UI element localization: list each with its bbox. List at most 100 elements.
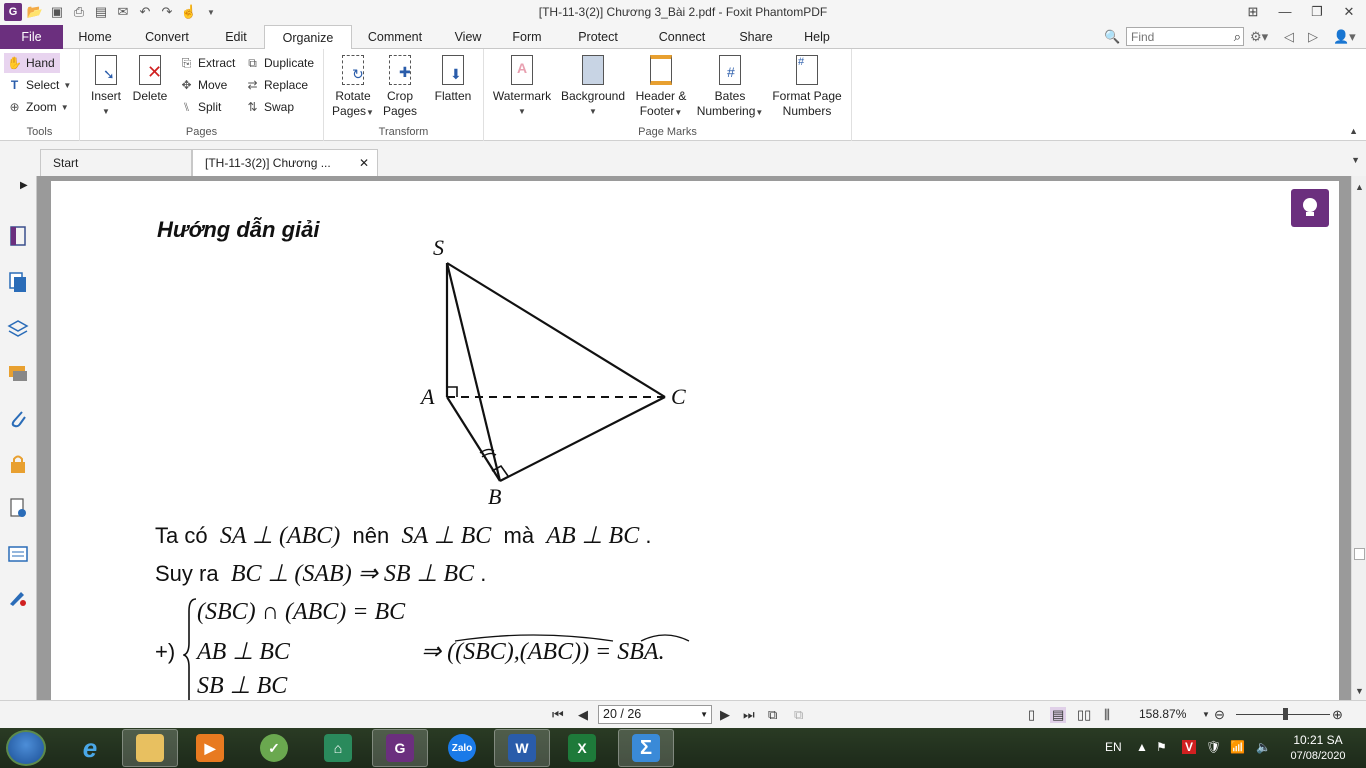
page-thumbnails-icon[interactable]	[6, 270, 30, 294]
math-sa-perp-abc: SA ⊥ (ABC)	[219, 523, 341, 549]
zoom-out-icon[interactable]: ⊖	[1214, 707, 1225, 723]
previous-view-icon[interactable]: ⧉	[768, 707, 777, 723]
collapse-ribbon-icon[interactable]: ▲	[1349, 126, 1358, 136]
select-button[interactable]: T Select ▼	[4, 75, 74, 95]
tab-start[interactable]: Start	[40, 149, 192, 176]
flatten-button[interactable]: ⬇ Flatten	[430, 53, 476, 104]
rotate-pages-button[interactable]: ↻ Rotate Pages▼	[332, 53, 374, 120]
duplicate-button[interactable]: ⧉ Duplicate	[242, 53, 317, 73]
tab-file[interactable]: File	[0, 25, 63, 49]
next-page-icon[interactable]: ▶	[720, 707, 730, 723]
close-tab-icon[interactable]: ✕	[359, 150, 369, 177]
taskbar-app-home[interactable]: ⌂	[310, 729, 366, 767]
taskbar-zalo[interactable]: Zalo	[434, 729, 490, 767]
watermark-button[interactable]: A Watermark ▼	[490, 53, 554, 119]
tab-convert[interactable]: Convert	[138, 25, 196, 49]
delete-button[interactable]: ✕ Delete	[130, 53, 170, 104]
tab-connect[interactable]: Connect	[652, 25, 712, 49]
scroll-up-icon[interactable]: ▲	[1355, 182, 1364, 192]
vertical-scrollbar[interactable]: ▲ ▼	[1351, 176, 1366, 700]
minimize-button[interactable]: —	[1274, 2, 1296, 22]
period: .	[645, 523, 652, 548]
split-button[interactable]: ⑊ Split	[176, 97, 224, 117]
tab-edit[interactable]: Edit	[218, 25, 254, 49]
ribbon-layout-icon[interactable]: ⊞	[1242, 2, 1264, 22]
zoom-slider-thumb[interactable]	[1283, 708, 1288, 720]
action-center-icon[interactable]: ⚑	[1156, 740, 1167, 754]
clock-date[interactable]: 07/08/2020	[1280, 750, 1356, 762]
background-button[interactable]: Background ▼	[560, 53, 626, 119]
find-input[interactable]	[1127, 28, 1223, 45]
crop-pages-button[interactable]: ✚ Crop Pages	[380, 53, 420, 119]
tab-form[interactable]: Form	[506, 25, 548, 49]
expand-panel-icon[interactable]: ▶	[20, 180, 28, 191]
tab-organize[interactable]: Organize	[264, 25, 352, 50]
zoom-level[interactable]: 158.87%	[1139, 707, 1186, 721]
bates-numbering-button[interactable]: # Bates Numbering▼	[696, 53, 764, 120]
tab-view[interactable]: View	[446, 25, 490, 49]
format-page-numbers-button[interactable]: # Format Page Numbers	[770, 53, 844, 119]
tab-document[interactable]: [TH-11-3(2)] Chương ... ✕	[192, 149, 378, 176]
first-page-icon[interactable]: ⏮	[552, 707, 564, 723]
input-language[interactable]: EN	[1105, 740, 1122, 754]
facing-page-icon[interactable]: ▯▯	[1077, 707, 1091, 723]
previous-page-icon[interactable]: ◀	[578, 707, 588, 723]
swap-button[interactable]: ⇅ Swap	[242, 97, 297, 117]
account-icon[interactable]: 👤▾	[1333, 29, 1356, 45]
settings-gear-icon[interactable]: ⚙▾	[1250, 29, 1268, 45]
zoom-dropdown-icon[interactable]: ▼	[1202, 710, 1210, 719]
tab-home[interactable]: Home	[70, 25, 120, 49]
taskbar-coccoc[interactable]: ✓	[246, 729, 302, 767]
insert-button[interactable]: ➘ Insert ▼	[88, 53, 124, 119]
zoom-button[interactable]: ⊕ Zoom ▼	[4, 97, 72, 117]
header-footer-button[interactable]: Header & Footer▼	[632, 53, 690, 120]
taskbar-word[interactable]: W	[494, 729, 550, 767]
single-page-icon[interactable]: ▯	[1028, 707, 1035, 723]
continuous-facing-icon[interactable]: ⫼	[1104, 707, 1110, 723]
tab-help[interactable]: Help	[798, 25, 836, 49]
security-lock-icon[interactable]	[6, 452, 30, 476]
comments-icon[interactable]	[6, 362, 30, 386]
scroll-thumb[interactable]	[1354, 548, 1365, 560]
continuous-page-icon[interactable]: ▤	[1050, 707, 1067, 723]
attachments-icon[interactable]	[6, 406, 30, 430]
taskbar-file-explorer[interactable]	[122, 729, 178, 767]
search-icon[interactable]: ⌕	[1234, 29, 1241, 45]
tab-comment[interactable]: Comment	[362, 25, 428, 49]
close-button[interactable]: ✕	[1338, 2, 1360, 22]
taskbar-math-app[interactable]: Σ	[618, 729, 674, 767]
taskbar-excel[interactable]: X	[554, 729, 610, 767]
page-number-field[interactable]: 20 / 26 ▼	[598, 705, 712, 724]
form-fields-icon[interactable]	[6, 542, 30, 566]
tabs-dropdown-icon[interactable]: ▼	[1351, 155, 1360, 165]
start-button[interactable]	[6, 730, 46, 766]
tab-share[interactable]: Share	[734, 25, 778, 49]
taskbar-internet-explorer[interactable]: e	[62, 729, 118, 767]
replace-button[interactable]: ⇄ Replace	[242, 75, 311, 95]
tab-protect[interactable]: Protect	[570, 25, 626, 49]
scroll-down-icon[interactable]: ▼	[1355, 686, 1364, 696]
clock-time[interactable]: 10:21 SA	[1288, 733, 1348, 747]
show-hidden-icons-icon[interactable]: ▲	[1136, 740, 1148, 754]
hand-button[interactable]: ✋ Hand	[4, 53, 60, 73]
extract-button[interactable]: ⎘ Extract	[176, 53, 238, 73]
taskbar-media-player[interactable]: ▶	[182, 729, 238, 767]
content-icon[interactable]	[6, 496, 30, 520]
vietkey-icon[interactable]: V	[1182, 740, 1197, 754]
restore-button[interactable]: ❐	[1306, 2, 1328, 22]
nav-forward-icon[interactable]: ▷	[1308, 29, 1318, 45]
signatures-icon[interactable]	[6, 586, 30, 610]
nav-back-icon[interactable]: ◁	[1284, 29, 1294, 45]
last-page-icon[interactable]: ⏭	[743, 707, 755, 723]
antivirus-icon[interactable]: 🛡	[1206, 740, 1221, 754]
tips-lightbulb-button[interactable]	[1291, 189, 1329, 227]
zoom-in-icon[interactable]: ⊕	[1332, 707, 1343, 723]
network-signal-icon[interactable]: 📶	[1230, 740, 1245, 754]
find-options-icon[interactable]: 🔍	[1104, 29, 1120, 45]
bookmarks-icon[interactable]	[6, 224, 30, 248]
next-view-icon[interactable]: ⧉	[794, 707, 803, 723]
layers-icon[interactable]	[6, 316, 30, 340]
move-button[interactable]: ✥ Move	[176, 75, 230, 95]
taskbar-foxit-pdf[interactable]: G	[372, 729, 428, 767]
volume-icon[interactable]: 🔈	[1256, 740, 1271, 754]
